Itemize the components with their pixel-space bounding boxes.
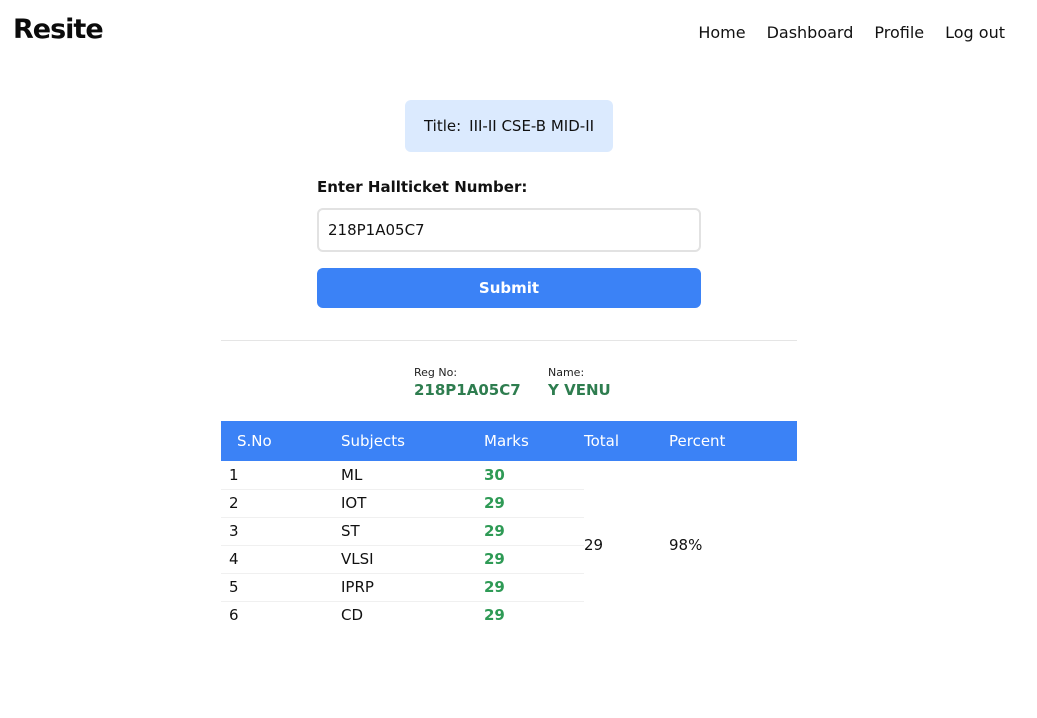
brand-logo[interactable]: Resite <box>13 14 104 45</box>
nav-link-profile[interactable]: Profile <box>874 23 924 42</box>
cell-subject: CD <box>341 606 364 625</box>
cell-sno: 1 <box>221 461 341 490</box>
exam-title-value: III-II CSE-B MID-II <box>469 117 595 135</box>
cell-marks: 29 <box>484 489 584 518</box>
nav-links: Home Dashboard Profile Log out <box>698 23 1005 42</box>
cell-subject: IPRP <box>341 573 484 602</box>
name-label: Name: <box>548 366 585 379</box>
cell-subject: ST <box>341 517 484 546</box>
navbar: Resite Home Dashboard Profile Log out <box>0 0 1037 68</box>
cell-sno: 4 <box>221 545 341 574</box>
cell-subject: IOT <box>341 489 484 518</box>
cell-marks: 29 <box>484 517 584 546</box>
results-table: S.No Subjects Marks Total Percent 1 ML 3… <box>221 421 797 629</box>
cell-marks: 29 <box>484 573 584 602</box>
cell-total: 29 <box>584 536 604 554</box>
nav-link-logout[interactable]: Log out <box>945 23 1005 42</box>
hallticket-input[interactable] <box>317 208 701 252</box>
nav-link-dashboard[interactable]: Dashboard <box>767 23 854 42</box>
header-subjects: Subjects <box>341 421 484 461</box>
name-info: Name: Y VENU <box>548 366 611 399</box>
table-header-row: S.No Subjects Marks Total Percent <box>221 421 797 461</box>
cell-sno: 2 <box>221 489 341 518</box>
cell-subject: VLSI <box>341 545 484 574</box>
cell-sno: 3 <box>221 517 341 546</box>
name-value: Y VENU <box>548 381 611 399</box>
reg-value: 218P1A05C7 <box>414 381 521 399</box>
submit-button[interactable]: Submit <box>317 268 701 308</box>
hallticket-label: Enter Hallticket Number: <box>317 178 528 196</box>
header-sno: S.No <box>221 421 341 461</box>
reg-label: Reg No: <box>414 366 458 379</box>
header-total: Total <box>584 421 669 461</box>
nav-link-home[interactable]: Home <box>698 23 745 42</box>
cell-marks: 29 <box>484 545 584 574</box>
cell-marks: 29 <box>484 606 505 625</box>
cell-sno: 5 <box>221 573 341 602</box>
reg-info: Reg No: 218P1A05C7 <box>414 366 521 399</box>
divider <box>221 340 797 341</box>
header-percent: Percent <box>669 421 797 461</box>
table-row: 1 ML 30 29 98% <box>221 461 797 554</box>
cell-subject: ML <box>341 461 484 490</box>
cell-percent: 98% <box>669 536 703 554</box>
exam-title-box: Title: III-II CSE-B MID-II <box>405 100 613 152</box>
header-marks: Marks <box>484 421 584 461</box>
exam-title-label: Title: <box>423 117 462 135</box>
cell-sno: 6 <box>229 606 239 625</box>
cell-marks: 30 <box>484 461 584 490</box>
